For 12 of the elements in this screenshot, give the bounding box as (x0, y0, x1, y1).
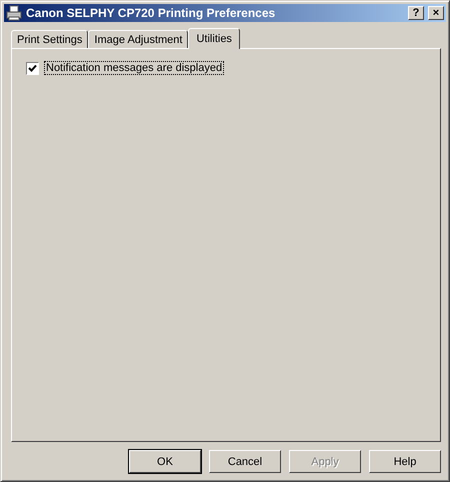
dialog-button[interactable]: OK (129, 450, 201, 473)
tab[interactable]: Image Adjustment (88, 30, 188, 48)
dialog-button[interactable]: Cancel (209, 450, 281, 473)
tab[interactable]: Print Settings (11, 30, 88, 48)
close-button[interactable]: × (428, 6, 444, 20)
checkbox-label[interactable]: Notification messages are displayed (44, 61, 224, 75)
printer-icon (6, 5, 22, 21)
checkbox[interactable] (26, 62, 39, 74)
tab[interactable]: Utilities (188, 28, 240, 49)
help-title-button[interactable]: ? (408, 6, 424, 20)
dialog-button[interactable]: Help (369, 450, 441, 473)
window-title: Canon SELPHY CP720 Printing Preferences (26, 6, 276, 20)
